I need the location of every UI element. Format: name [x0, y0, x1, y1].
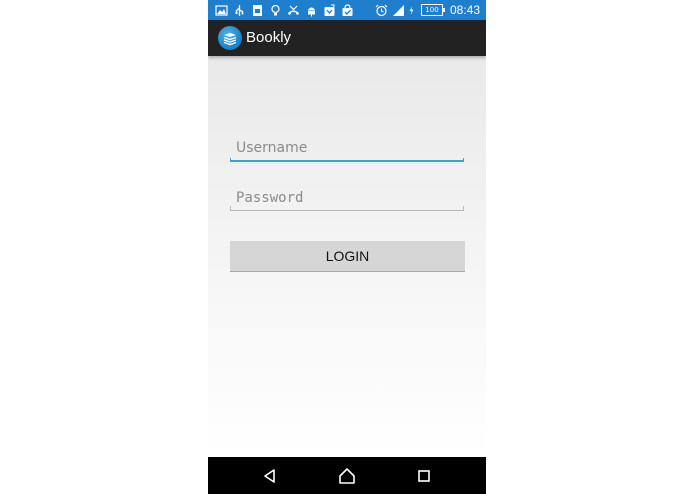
- app-title: Bookly: [246, 29, 292, 46]
- battery-indicator: 100: [420, 4, 445, 16]
- password-underline-left: [230, 206, 231, 210]
- username-field[interactable]: [230, 136, 464, 162]
- android-debug-icon: [308, 7, 315, 16]
- recents-square-icon[interactable]: [414, 466, 434, 486]
- phone-screen: 100 08:43 Bookly LOGIN: [208, 0, 486, 494]
- usb-icon: [235, 4, 244, 16]
- gallery-icon: [215, 4, 228, 16]
- status-clock: 08:43: [449, 3, 480, 17]
- login-button[interactable]: LOGIN: [230, 241, 465, 272]
- login-content: LOGIN: [208, 56, 486, 457]
- password-underline-right: [463, 206, 464, 210]
- app-bar: Bookly: [208, 20, 486, 56]
- signal-icon: [392, 4, 404, 16]
- sim-icon: [253, 4, 262, 16]
- charging-icon: [409, 6, 414, 14]
- store-icon: [342, 3, 353, 16]
- notification-icons: [215, 3, 354, 17]
- home-icon[interactable]: [337, 466, 357, 486]
- alarm-icon: [375, 4, 388, 16]
- book-stack-icon[interactable]: [218, 26, 242, 50]
- back-triangle-icon[interactable]: [260, 466, 280, 486]
- username-underline-left: [230, 158, 231, 162]
- navigation-bar: [208, 457, 486, 494]
- status-bar: 100 08:43: [208, 0, 486, 20]
- status-indicators: 100 08:43: [375, 3, 480, 17]
- missed-call-icon: [288, 5, 299, 15]
- lightbulb-icon: [271, 4, 280, 15]
- download-icon: [324, 4, 335, 16]
- password-field[interactable]: [230, 185, 464, 211]
- username-underline-right: [463, 158, 464, 162]
